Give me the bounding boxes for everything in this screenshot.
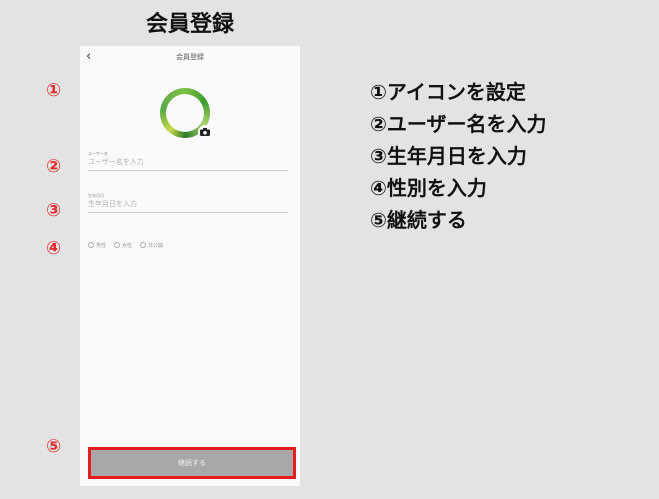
radio-female[interactable]: [114, 242, 121, 248]
continue-button[interactable]: 継続する: [88, 447, 296, 479]
avatar: [166, 94, 204, 132]
step-3: ③生年月日を入力: [370, 144, 527, 168]
birthdate-field: 生年月日: [88, 193, 288, 213]
gender-options: 男性 女性 非公開: [88, 239, 288, 251]
step-1: ①アイコンを設定: [370, 80, 526, 104]
marker-3: ③: [46, 200, 62, 221]
marker-1: ①: [46, 80, 62, 101]
gender-option-male[interactable]: 男性: [88, 242, 106, 249]
gender-label-private: 非公開: [148, 242, 164, 249]
gender-label-female: 女性: [122, 242, 133, 249]
page-title: 会員登録: [145, 12, 234, 37]
nav-title: 会員登録: [176, 53, 204, 61]
camera-icon: [200, 128, 210, 136]
step-instructions: ①アイコンを設定 ②ユーザー名を入力 ③生年月日を入力 ④性別を入力 ⑤継続する: [370, 76, 656, 236]
username-input[interactable]: [88, 157, 288, 171]
birthdate-input[interactable]: [88, 199, 288, 213]
gender-option-private[interactable]: 非公開: [140, 242, 163, 249]
radio-male[interactable]: [88, 242, 94, 248]
marker-4: ④: [46, 238, 62, 259]
nav-bar: ‹ 会員登録: [80, 46, 300, 68]
gender-option-female[interactable]: 女性: [114, 242, 132, 249]
radio-private[interactable]: [140, 242, 147, 248]
marker-5: ⑤: [46, 436, 62, 457]
gender-label-male: 男性: [96, 242, 107, 249]
camera-badge[interactable]: [198, 125, 212, 139]
marker-2: ②: [46, 156, 62, 177]
username-field: ユーザー名: [88, 151, 288, 171]
step-2: ②ユーザー名を入力: [370, 112, 547, 136]
step-5: ⑤継続する: [370, 208, 467, 232]
phone-screen: ‹ 会員登録 ユーザー名 生年月日 男性 女性 非公開 継続する: [80, 46, 300, 486]
step-4: ④性別を入力: [370, 176, 487, 200]
